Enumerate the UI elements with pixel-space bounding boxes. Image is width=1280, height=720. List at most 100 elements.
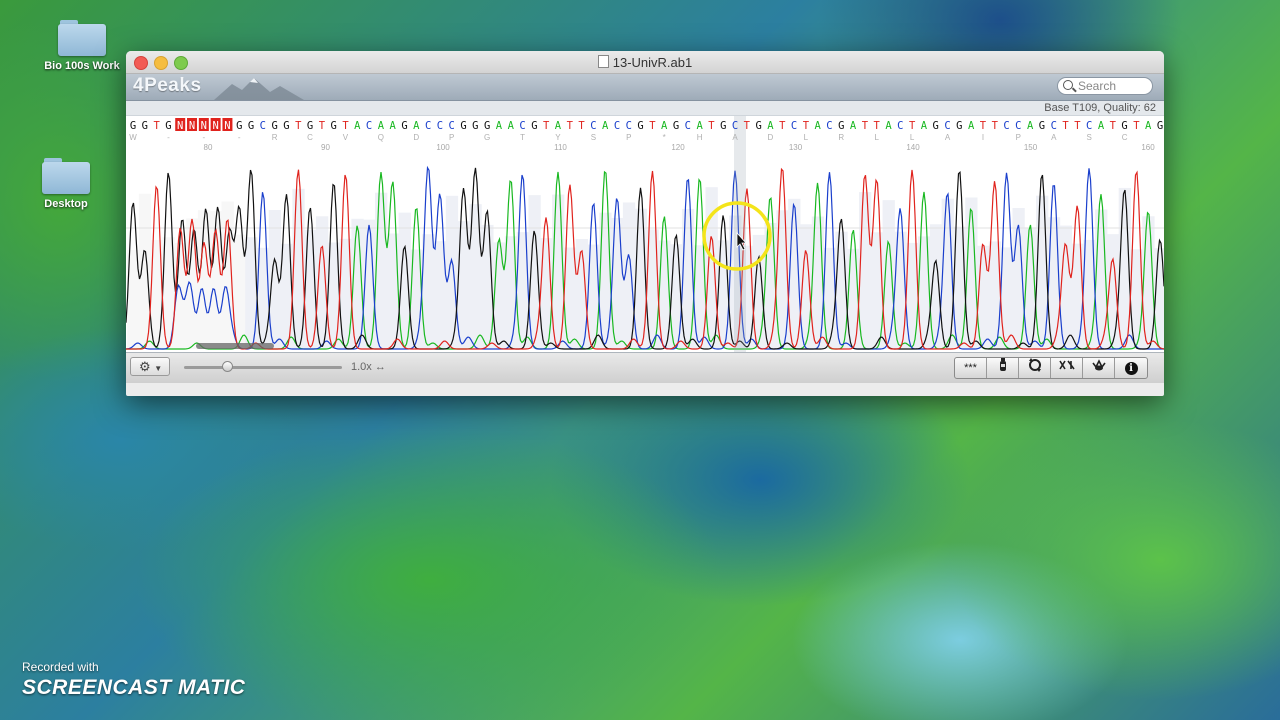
base-letter: G bbox=[1039, 120, 1045, 132]
base-letter: N bbox=[177, 120, 183, 132]
amino-acid-label: P bbox=[626, 133, 631, 142]
position-label: 100 bbox=[436, 143, 450, 152]
base-letter: T bbox=[874, 120, 881, 132]
position-label: 110 bbox=[554, 143, 567, 152]
position-label: 90 bbox=[321, 143, 330, 152]
base-letter: A bbox=[968, 120, 975, 132]
base-letter: G bbox=[1121, 120, 1127, 132]
base-letter: A bbox=[921, 120, 928, 132]
translation-track: W - - - R C V Q D P G T Y S P * H A D L R L L A I P A S C 80 90 100 110 1… bbox=[126, 132, 1164, 152]
base-letter: G bbox=[130, 120, 136, 132]
amino-acid-label: C bbox=[307, 133, 313, 142]
base-letter: G bbox=[165, 120, 171, 132]
amino-acid-label: H bbox=[697, 133, 703, 142]
desktop-icon-label: Bio 100s Work bbox=[44, 60, 120, 72]
amino-acid-label: R bbox=[838, 133, 844, 142]
base-letter: C bbox=[944, 120, 950, 132]
base-letter: T bbox=[578, 120, 585, 132]
base-letter: T bbox=[862, 120, 869, 132]
watermark-logo: SCREENCAST MATIC bbox=[22, 676, 246, 699]
base-letter: A bbox=[496, 120, 503, 132]
amino-acid-label: L bbox=[910, 133, 915, 142]
info-icon: i bbox=[1124, 362, 1138, 375]
action-menu-button[interactable]: ⚙ ▼ bbox=[130, 357, 170, 376]
base-letter: G bbox=[484, 120, 490, 132]
base-letter: G bbox=[933, 120, 939, 132]
screencast-watermark: Recorded with SCREENCAST MATIC bbox=[22, 660, 245, 700]
bottom-toolbar: ⚙ ▼ 1.0x ↔ *** i bbox=[126, 353, 1164, 383]
base-letter: G bbox=[236, 120, 242, 132]
base-sequence-track[interactable]: GGTGNNNNNGGCGGTGTGTACAAGACCCGGGAACGTATTC… bbox=[126, 118, 1164, 132]
base-letter: A bbox=[390, 120, 397, 132]
base-letter: C bbox=[626, 120, 632, 132]
zoom-level: 1.0x ↔ bbox=[351, 361, 386, 373]
base-letter: T bbox=[649, 120, 656, 132]
zoom-slider-knob[interactable] bbox=[222, 361, 233, 372]
search-icon bbox=[1063, 80, 1073, 90]
search-field[interactable]: Search bbox=[1057, 77, 1153, 95]
base-letter: C bbox=[260, 120, 266, 132]
peaks-icon[interactable] bbox=[1083, 358, 1115, 378]
amino-acid-label: A bbox=[945, 133, 951, 142]
base-letter: A bbox=[767, 120, 774, 132]
base-letter: T bbox=[543, 120, 550, 132]
tool-segmented-control: *** i bbox=[954, 357, 1148, 379]
base-letter: C bbox=[1051, 120, 1057, 132]
app-header: 4Peaks Search bbox=[126, 74, 1164, 101]
watermark-line1: Recorded with bbox=[22, 660, 99, 674]
amino-acid-label: C bbox=[1122, 133, 1128, 142]
amino-acid-label: A bbox=[1051, 133, 1057, 142]
desktop-icon-desktop[interactable]: Desktop bbox=[26, 158, 106, 210]
base-letter: C bbox=[1015, 120, 1021, 132]
position-label: 150 bbox=[1024, 143, 1038, 152]
base-letter: A bbox=[555, 120, 562, 132]
base-letter: T bbox=[1062, 120, 1069, 132]
base-letter: G bbox=[401, 120, 407, 132]
base-letter: T bbox=[567, 120, 574, 132]
amino-acid-label: P bbox=[1016, 133, 1021, 142]
chromatogram-view[interactable]: GGTGNNNNNGGCGGTGTGTACAAGACCCGGGAACGTATTC… bbox=[126, 115, 1164, 353]
amino-acid-label: P bbox=[449, 133, 454, 142]
base-letter: A bbox=[1145, 120, 1152, 132]
base-letter: G bbox=[720, 120, 726, 132]
amino-acid-label: - bbox=[202, 133, 205, 142]
base-letter: A bbox=[378, 120, 385, 132]
base-letter: C bbox=[449, 120, 455, 132]
bottle-icon[interactable] bbox=[987, 358, 1019, 378]
amino-acid-label: A bbox=[732, 133, 738, 142]
base-letter: T bbox=[295, 120, 302, 132]
base-letter: T bbox=[153, 120, 160, 132]
amino-acid-label: - bbox=[167, 133, 170, 142]
base-letter: C bbox=[437, 120, 443, 132]
base-letter: C bbox=[685, 120, 691, 132]
info-button[interactable]: i bbox=[1115, 358, 1147, 378]
crossed-arrows-icon[interactable] bbox=[1051, 358, 1083, 378]
amino-acid-label: L bbox=[804, 133, 809, 142]
desktop-icon-bio-work[interactable]: Bio 100s Work bbox=[42, 20, 122, 72]
amino-acid-label: R bbox=[272, 133, 278, 142]
amino-acid-label: Y bbox=[555, 133, 561, 142]
base-sequence: GGTGNNNNNGGCGGTGTGTACAAGACCCGGGAACGTATTC… bbox=[130, 118, 1163, 132]
base-letter: G bbox=[307, 120, 313, 132]
base-letter: C bbox=[826, 120, 832, 132]
base-letter: G bbox=[331, 120, 337, 132]
title-bar[interactable]: 13-UnivR.ab1 bbox=[126, 51, 1164, 74]
base-letter: T bbox=[909, 120, 916, 132]
zoom-slider[interactable] bbox=[184, 361, 342, 372]
base-letter: G bbox=[142, 120, 148, 132]
position-label: 80 bbox=[204, 143, 213, 152]
position-label: 120 bbox=[671, 143, 685, 152]
quality-stars-button[interactable]: *** bbox=[955, 358, 987, 378]
base-letter: G bbox=[1157, 120, 1163, 132]
base-letter: G bbox=[283, 120, 289, 132]
base-letter: N bbox=[212, 120, 218, 132]
base-letter: C bbox=[366, 120, 372, 132]
base-letter: C bbox=[1003, 120, 1009, 132]
quality-bar bbox=[374, 192, 388, 349]
amino-acid-label: - bbox=[238, 133, 241, 142]
reverse-complement-icon[interactable] bbox=[1019, 358, 1051, 378]
app-window: 13-UnivR.ab1 4Peaks Search Base T109, Qu… bbox=[126, 51, 1164, 396]
base-letter: G bbox=[956, 120, 962, 132]
horizontal-scroll-thumb[interactable] bbox=[196, 343, 274, 349]
chevron-down-icon: ▼ bbox=[154, 364, 163, 373]
